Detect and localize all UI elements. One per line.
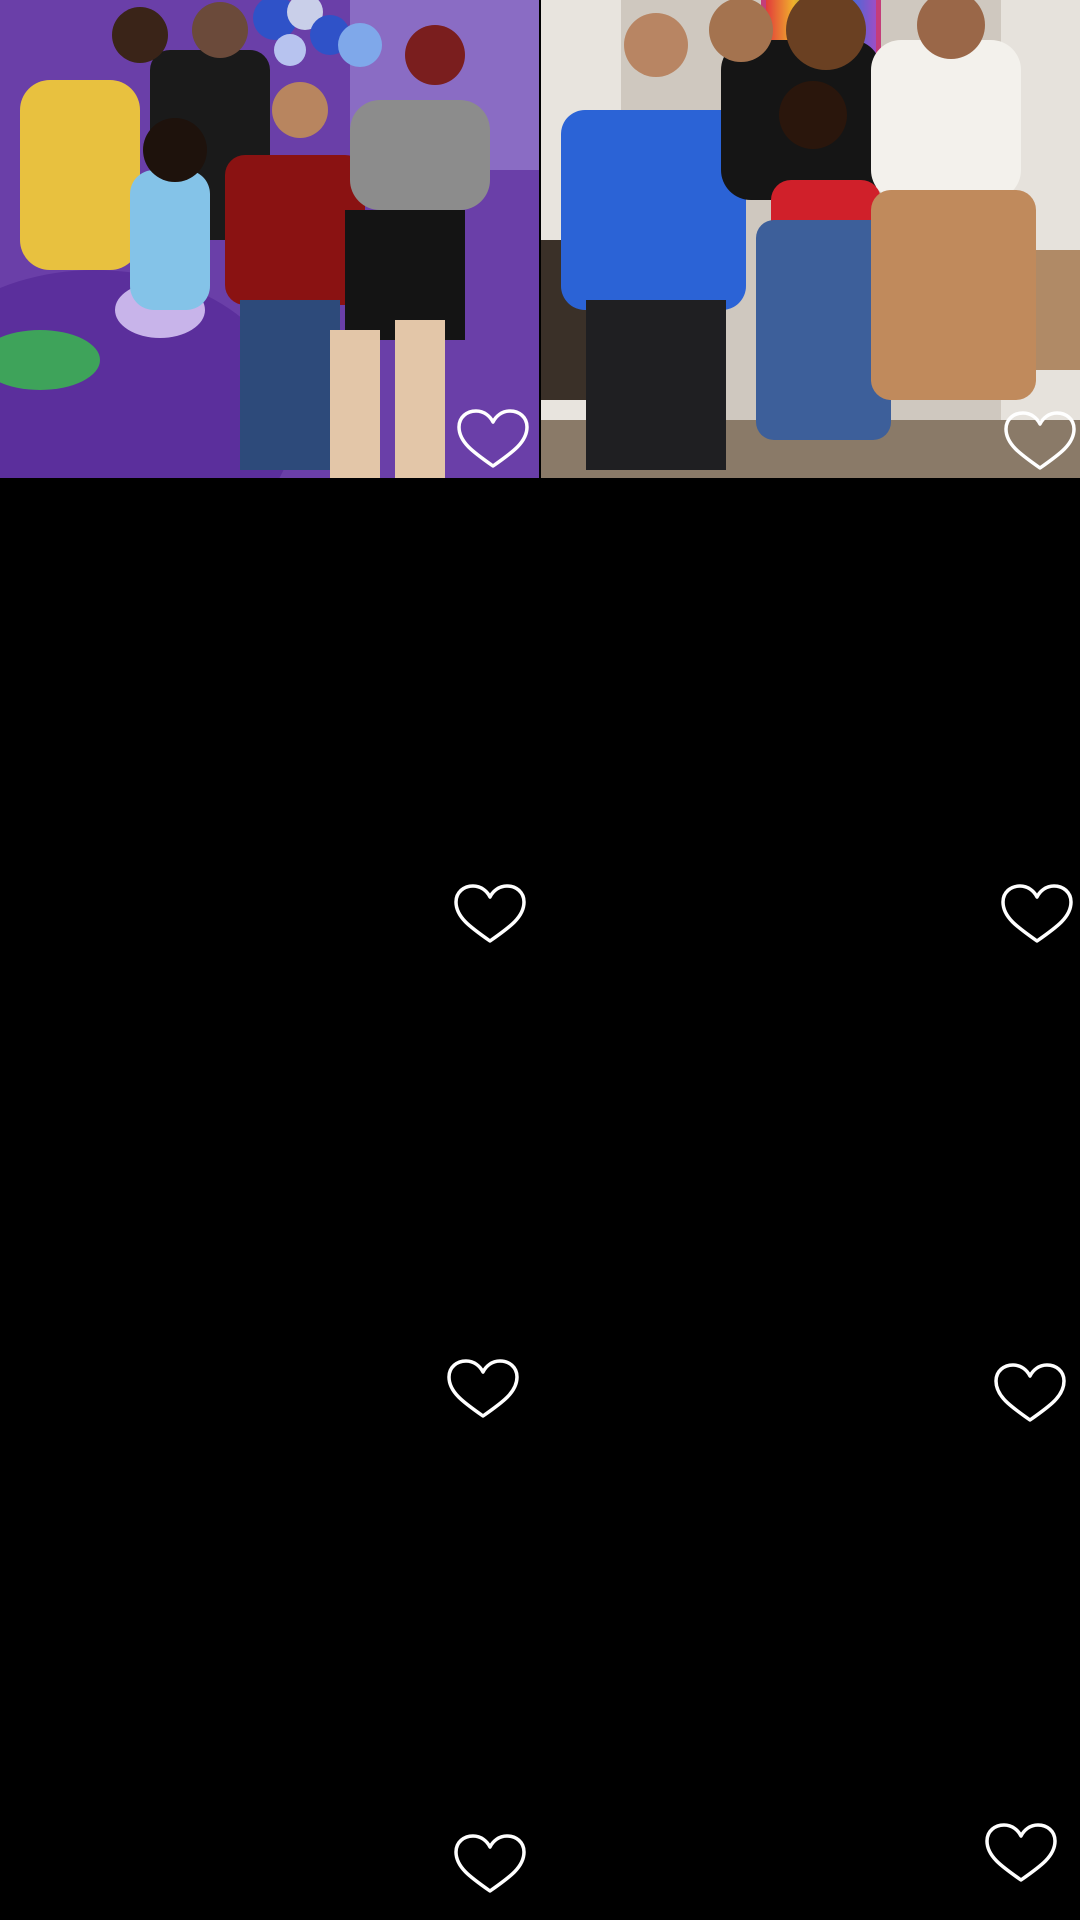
photo-tile-5[interactable] bbox=[0, 956, 539, 1434]
photo-tile-2[interactable] bbox=[541, 0, 1080, 478]
photo-tile-7[interactable] bbox=[0, 1434, 539, 1912]
like-heart-icon[interactable] bbox=[992, 1362, 1068, 1426]
like-heart-icon[interactable] bbox=[452, 883, 528, 947]
heart-outline-icon bbox=[1001, 884, 1073, 943]
heart-outline-icon bbox=[985, 1823, 1057, 1882]
heart-outline-icon bbox=[447, 1359, 519, 1418]
like-heart-icon[interactable] bbox=[983, 1822, 1059, 1886]
heart-outline-icon bbox=[454, 884, 526, 943]
photo-tile-1[interactable] bbox=[0, 0, 539, 478]
heart-outline-icon bbox=[1004, 411, 1076, 470]
photo-tile-6[interactable] bbox=[541, 956, 1080, 1434]
like-heart-icon[interactable] bbox=[455, 408, 531, 472]
photo-tile-4[interactable] bbox=[541, 478, 1080, 956]
like-heart-icon[interactable] bbox=[445, 1358, 521, 1422]
like-heart-icon[interactable] bbox=[452, 1833, 528, 1897]
like-heart-icon[interactable] bbox=[999, 883, 1075, 947]
photo-tile-8[interactable] bbox=[541, 1434, 1080, 1912]
heart-outline-icon bbox=[994, 1363, 1066, 1422]
party-photo-living-room bbox=[541, 0, 1080, 478]
party-photo-purple-backdrop bbox=[0, 0, 539, 478]
like-heart-icon[interactable] bbox=[1002, 410, 1078, 474]
heart-outline-icon bbox=[457, 409, 529, 468]
photo-tile-3[interactable] bbox=[0, 478, 539, 956]
heart-outline-icon bbox=[454, 1834, 526, 1893]
photo-grid bbox=[0, 0, 1080, 1920]
